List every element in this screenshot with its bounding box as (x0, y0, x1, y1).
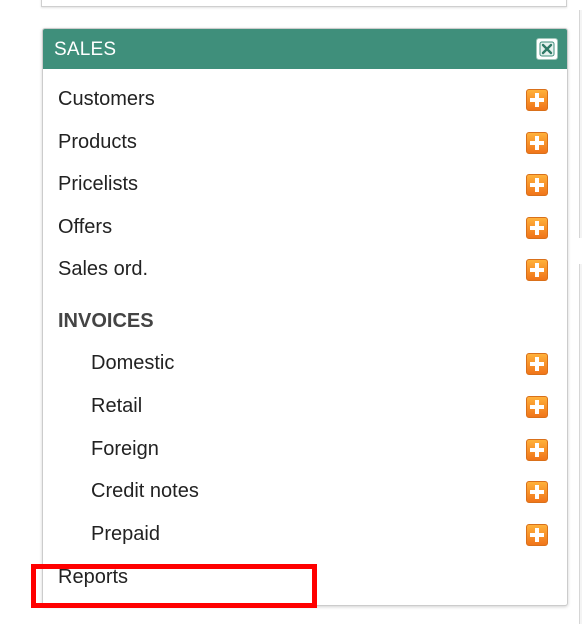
menu-item-label: Sales ord. (58, 258, 149, 280)
menu-item-label: Products (58, 131, 137, 153)
close-button[interactable] (536, 38, 558, 60)
add-offer-button[interactable] (526, 217, 548, 239)
add-product-button[interactable] (526, 132, 548, 154)
menu-item-label: Domestic (91, 352, 175, 374)
menu-item-label: Pricelists (58, 173, 139, 195)
menu-item-offers[interactable]: Offers (58, 213, 548, 243)
add-customer-button[interactable] (526, 89, 548, 111)
add-pricelist-button[interactable] (526, 174, 548, 196)
menu-item-credit-notes[interactable]: Credit notes (91, 477, 548, 507)
add-domestic-invoice-button[interactable] (526, 353, 548, 375)
menu-item-reports[interactable]: Reports (58, 563, 548, 593)
panel-header: SALES (43, 29, 567, 69)
menu-item-label: Offers (58, 216, 113, 238)
add-credit-note-button[interactable] (526, 481, 548, 503)
menu-item-prepaid[interactable]: Prepaid (91, 520, 548, 550)
menu-item-pricelists[interactable]: Pricelists (58, 170, 548, 200)
menu-item-foreign[interactable]: Foreign (91, 435, 548, 465)
sales-panel: SALES Customers Products Pricelists Offe… (42, 28, 568, 606)
previous-panel-edge (41, 0, 567, 7)
add-sales-order-button[interactable] (526, 259, 548, 281)
menu-item-label: Credit notes (91, 480, 199, 502)
add-retail-invoice-button[interactable] (526, 396, 548, 418)
add-foreign-invoice-button[interactable] (526, 439, 548, 461)
menu-item-sales-orders[interactable]: Sales ord. (58, 255, 548, 285)
menu-item-domestic[interactable]: Domestic (91, 349, 548, 379)
menu-item-label: Customers (58, 88, 155, 110)
invoices-section-header: INVOICES (58, 310, 154, 332)
menu-item-retail[interactable]: Retail (91, 392, 548, 422)
menu-item-customers[interactable]: Customers (58, 85, 548, 115)
panel-title: SALES (54, 39, 117, 60)
menu-item-label: Retail (91, 395, 143, 417)
close-icon (539, 41, 555, 57)
menu-item-products[interactable]: Products (58, 128, 548, 158)
menu-item-label: Prepaid (91, 523, 160, 545)
add-prepaid-invoice-button[interactable] (526, 524, 548, 546)
menu-item-label: Reports (58, 566, 129, 588)
menu-item-label: Foreign (91, 438, 159, 460)
